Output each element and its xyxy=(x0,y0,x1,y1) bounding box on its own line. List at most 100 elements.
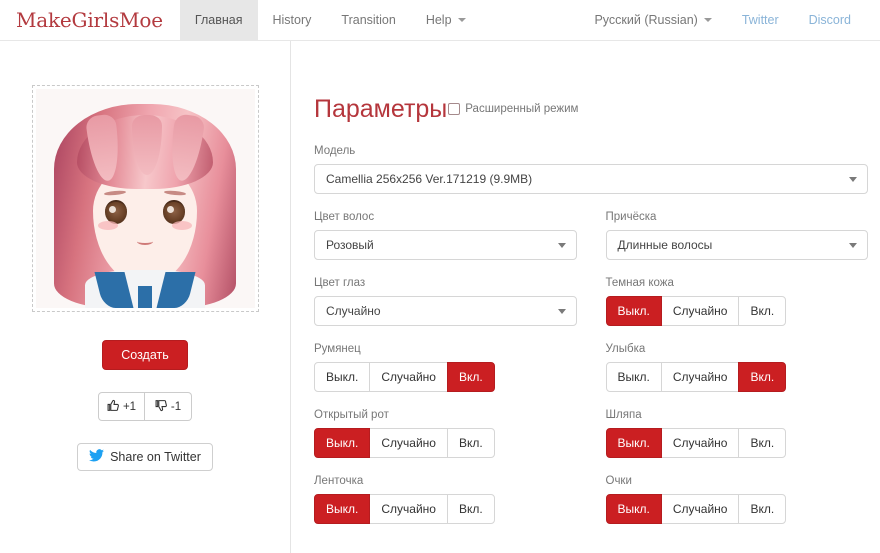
dark-skin-option-random[interactable]: Случайно xyxy=(660,296,740,326)
language-selector-label: Русский (Russian) xyxy=(594,13,698,27)
options-panel: Параметры Расширенный режим Модель Camel… xyxy=(291,41,880,553)
blush-option-on[interactable]: Вкл. xyxy=(446,362,495,392)
model-select[interactable]: Camellia 256x256 Ver.171219 (9.9MB) xyxy=(314,164,868,194)
chevron-down-icon xyxy=(703,18,712,22)
field-label-hair-color: Цвет волос xyxy=(314,211,375,223)
ribbon-option-off[interactable]: Выкл. xyxy=(314,494,371,524)
secondary-nav: Русский (Russian) Twitter Discord xyxy=(579,0,880,40)
field-label-blush: Румянец xyxy=(314,343,361,355)
field-open-mouth: Открытый рот Выкл. Случайно Вкл. xyxy=(314,409,577,458)
create-button[interactable]: Создать xyxy=(102,340,188,370)
glasses-option-on[interactable]: Вкл. xyxy=(738,494,787,524)
field-label-eye-color: Цвет глаз xyxy=(314,277,366,289)
eye-color-select[interactable]: Случайно xyxy=(314,296,577,326)
glasses-toggle-group: Выкл. Случайно Вкл. xyxy=(605,494,787,524)
field-eye-color: Цвет глаз Случайно xyxy=(314,277,577,326)
nav-item-transition[interactable]: Transition xyxy=(326,0,410,40)
hat-option-off[interactable]: Выкл. xyxy=(605,428,662,458)
open-mouth-option-off[interactable]: Выкл. xyxy=(314,428,371,458)
smile-option-on[interactable]: Вкл. xyxy=(738,362,787,392)
primary-nav: Главная History Transition Help xyxy=(179,0,481,40)
eye-left xyxy=(105,199,127,224)
nav-item-help-label: Help xyxy=(425,13,452,27)
chevron-down-icon xyxy=(849,243,857,248)
model-select-value: Camellia 256x256 Ver.171219 (9.9MB) xyxy=(326,172,533,186)
open-mouth-option-on[interactable]: Вкл. xyxy=(446,428,495,458)
top-navbar: MakeGirlsMoe Главная History Transition … xyxy=(0,0,880,41)
field-dark-skin: Темная кожа Выкл. Случайно Вкл. xyxy=(605,277,869,326)
hair-color-select[interactable]: Розовый xyxy=(314,230,577,260)
upvote-label: +1 xyxy=(122,400,137,413)
nav-item-help[interactable]: Help xyxy=(411,0,481,40)
field-hair-style: Причёска Длинные волосы xyxy=(605,211,868,260)
field-label-model: Модель xyxy=(314,145,356,157)
chevron-down-icon xyxy=(557,243,566,248)
hat-toggle-group: Выкл. Случайно Вкл. xyxy=(605,428,787,458)
downvote-button[interactable]: -1 xyxy=(145,392,192,421)
hair-color-select-value: Розовый xyxy=(326,238,374,252)
downvote-label: -1 xyxy=(170,400,182,413)
field-hair-color: Цвет волос Розовый xyxy=(314,211,577,260)
ribbon-option-random[interactable]: Случайно xyxy=(369,494,448,524)
chevron-down-icon xyxy=(557,309,566,314)
thumbs-up-icon xyxy=(107,399,120,415)
glasses-option-random[interactable]: Случайно xyxy=(660,494,740,524)
field-label-glasses: Очки xyxy=(605,475,632,487)
field-label-ribbon: Ленточка xyxy=(314,475,364,487)
advanced-mode-toggle[interactable]: Расширенный режим xyxy=(448,103,578,115)
row-ribbon-glasses: Ленточка Выкл. Случайно Вкл. Очки Выкл. … xyxy=(314,475,868,524)
field-blush: Румянец Выкл. Случайно Вкл. xyxy=(314,343,577,392)
field-glasses: Очки Выкл. Случайно Вкл. xyxy=(605,475,869,524)
vote-button-group: +1 -1 xyxy=(98,392,192,421)
field-ribbon: Ленточка Выкл. Случайно Вкл. xyxy=(314,475,577,524)
glasses-option-off[interactable]: Выкл. xyxy=(605,494,662,524)
hair-style-select[interactable]: Длинные волосы xyxy=(605,230,868,260)
share-on-twitter-label: Share on Twitter xyxy=(110,450,201,464)
field-label-hat: Шляпа xyxy=(605,409,642,421)
smile-option-off[interactable]: Выкл. xyxy=(605,362,662,392)
smile-option-random[interactable]: Случайно xyxy=(660,362,740,392)
field-smile: Улыбка Выкл. Случайно Вкл. xyxy=(605,343,869,392)
generated-anime-portrait xyxy=(35,89,255,308)
field-label-hair-style: Причёска xyxy=(605,211,657,223)
eye-right xyxy=(163,199,185,224)
row-mouth-hat: Открытый рот Выкл. Случайно Вкл. Шляпа В… xyxy=(314,409,868,458)
smile-toggle-group: Выкл. Случайно Вкл. xyxy=(605,362,787,392)
row-hair: Цвет волос Розовый Причёска Длинные воло… xyxy=(314,211,868,260)
upvote-button[interactable]: +1 xyxy=(98,392,145,421)
hat-option-on[interactable]: Вкл. xyxy=(738,428,787,458)
options-panel-header: Параметры Расширенный режим xyxy=(314,97,868,122)
field-label-open-mouth: Открытый рот xyxy=(314,409,389,421)
thumbs-down-icon xyxy=(155,399,168,415)
nav-link-discord[interactable]: Discord xyxy=(794,0,866,40)
blush-toggle-group: Выкл. Случайно Вкл. xyxy=(314,362,495,392)
chevron-down-icon xyxy=(457,18,466,22)
mouth-shape xyxy=(137,238,153,245)
nav-item-home[interactable]: Главная xyxy=(179,0,258,40)
brand-logo[interactable]: MakeGirlsMoe xyxy=(0,0,180,40)
ribbon-option-on[interactable]: Вкл. xyxy=(446,494,495,524)
nav-item-history[interactable]: History xyxy=(258,0,327,40)
open-mouth-option-random[interactable]: Случайно xyxy=(369,428,448,458)
nav-link-twitter[interactable]: Twitter xyxy=(727,0,794,40)
generated-image-frame xyxy=(31,85,259,312)
chevron-down-icon xyxy=(849,177,857,182)
field-hat: Шляпа Выкл. Случайно Вкл. xyxy=(605,409,869,458)
field-label-dark-skin: Темная кожа xyxy=(605,277,674,289)
blush-option-off[interactable]: Выкл. xyxy=(314,362,371,392)
dark-skin-toggle-group: Выкл. Случайно Вкл. xyxy=(605,296,787,326)
dark-skin-option-on[interactable]: Вкл. xyxy=(738,296,787,326)
advanced-mode-label: Расширенный режим xyxy=(465,103,579,115)
dark-skin-option-off[interactable]: Выкл. xyxy=(605,296,662,326)
eye-color-select-value: Случайно xyxy=(326,304,381,318)
field-model: Модель Camellia 256x256 Ver.171219 (9.9M… xyxy=(314,145,868,194)
necktie-shape xyxy=(138,286,152,308)
row-blush-smile: Румянец Выкл. Случайно Вкл. Улыбка Выкл.… xyxy=(314,343,868,392)
advanced-mode-checkbox[interactable] xyxy=(448,103,461,115)
hat-option-random[interactable]: Случайно xyxy=(660,428,740,458)
blush-option-random[interactable]: Случайно xyxy=(369,362,448,392)
language-selector[interactable]: Русский (Russian) xyxy=(579,0,726,40)
preview-column: Создать +1 -1 Share on Twitter xyxy=(0,41,291,553)
ribbon-toggle-group: Выкл. Случайно Вкл. xyxy=(314,494,495,524)
share-on-twitter-button[interactable]: Share on Twitter xyxy=(77,443,213,471)
